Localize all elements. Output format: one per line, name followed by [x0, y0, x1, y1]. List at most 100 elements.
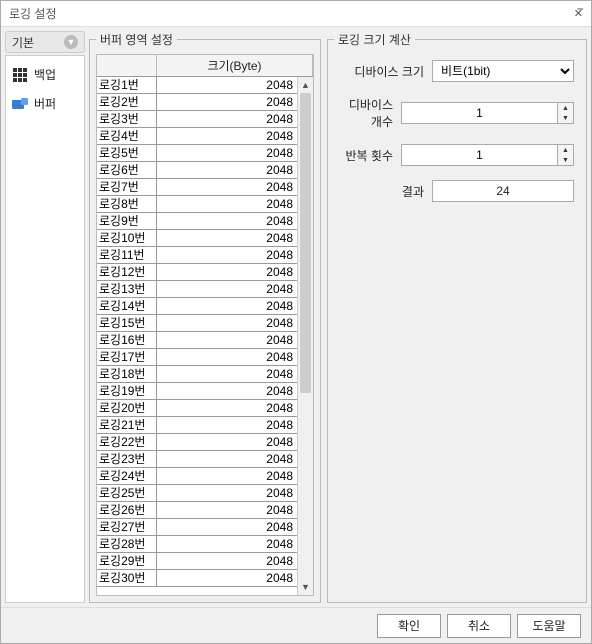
row-size-cell[interactable]: 2048 — [157, 128, 297, 145]
table-row[interactable]: 로깅15번2048 — [97, 315, 297, 332]
row-label: 로깅28번 — [97, 536, 157, 553]
main-area: 버퍼 영역 설정 크기(Byte) 로깅1번2048로깅2번2048로깅3번20… — [89, 31, 587, 603]
row-size-cell[interactable]: 2048 — [157, 230, 297, 247]
spinner-up-icon[interactable]: ▲ — [558, 145, 573, 155]
repeat-input[interactable] — [401, 144, 558, 166]
row-size-cell[interactable]: 2048 — [157, 519, 297, 536]
sidebar-item-backup[interactable]: 백업 — [6, 60, 84, 89]
logging-settings-dialog: 로깅 설정 ✕̅ 기본 ▼ 백업 버퍼 — [0, 0, 592, 644]
table-row[interactable]: 로깅28번2048 — [97, 536, 297, 553]
sidebar-item-buffer[interactable]: 버퍼 — [6, 89, 84, 118]
row-label: 로깅17번 — [97, 349, 157, 366]
row-size-cell[interactable]: 2048 — [157, 315, 297, 332]
table-row[interactable]: 로깅14번2048 — [97, 298, 297, 315]
row-size-cell[interactable]: 2048 — [157, 77, 297, 94]
device-count-spinner[interactable]: ▲ ▼ — [401, 102, 574, 124]
row-size-cell[interactable]: 2048 — [157, 145, 297, 162]
row-label: 로깅13번 — [97, 281, 157, 298]
row-size-cell[interactable]: 2048 — [157, 502, 297, 519]
table-row[interactable]: 로깅17번2048 — [97, 349, 297, 366]
scroll-thumb[interactable] — [300, 93, 311, 393]
row-result: 결과 24 — [340, 180, 574, 202]
help-button[interactable]: 도움말 — [517, 614, 581, 638]
table-row[interactable]: 로깅20번2048 — [97, 400, 297, 417]
table-row[interactable]: 로깅22번2048 — [97, 434, 297, 451]
scroll-track[interactable] — [298, 93, 313, 579]
row-size-cell[interactable]: 2048 — [157, 468, 297, 485]
row-size-cell[interactable]: 2048 — [157, 400, 297, 417]
row-size-cell[interactable]: 2048 — [157, 417, 297, 434]
table-row[interactable]: 로깅7번2048 — [97, 179, 297, 196]
table-row[interactable]: 로깅16번2048 — [97, 332, 297, 349]
table-row[interactable]: 로깅1번2048 — [97, 77, 297, 94]
table-row[interactable]: 로깅11번2048 — [97, 247, 297, 264]
row-size-cell[interactable]: 2048 — [157, 247, 297, 264]
row-size-cell[interactable]: 2048 — [157, 298, 297, 315]
row-size-cell[interactable]: 2048 — [157, 485, 297, 502]
row-size-cell[interactable]: 2048 — [157, 111, 297, 128]
vertical-scrollbar[interactable]: ▲ ▼ — [297, 77, 313, 595]
scroll-down-button[interactable]: ▼ — [298, 579, 313, 595]
row-size-cell[interactable]: 2048 — [157, 196, 297, 213]
sidebar: 기본 ▼ 백업 버퍼 — [5, 31, 85, 603]
scroll-up-button[interactable]: ▲ — [298, 77, 313, 93]
device-count-input[interactable] — [401, 102, 558, 124]
table-row[interactable]: 로깅4번2048 — [97, 128, 297, 145]
cancel-button[interactable]: 취소 — [447, 614, 511, 638]
spinner-up-icon[interactable]: ▲ — [558, 103, 573, 113]
row-label: 로깅27번 — [97, 519, 157, 536]
row-size-cell[interactable]: 2048 — [157, 366, 297, 383]
device-size-select[interactable]: 비트(1bit) — [432, 60, 574, 82]
table-row[interactable]: 로깅27번2048 — [97, 519, 297, 536]
table-row[interactable]: 로깅9번2048 — [97, 213, 297, 230]
row-size-cell[interactable]: 2048 — [157, 451, 297, 468]
body: 기본 ▼ 백업 버퍼 버퍼 영역 설정 — [1, 27, 591, 607]
close-icon[interactable]: ✕̅ — [574, 7, 583, 20]
row-label: 로깅21번 — [97, 417, 157, 434]
header-blank — [97, 55, 157, 76]
row-size-cell[interactable]: 2048 — [157, 434, 297, 451]
table-row[interactable]: 로깅5번2048 — [97, 145, 297, 162]
table-row[interactable]: 로깅12번2048 — [97, 264, 297, 281]
row-size-cell[interactable]: 2048 — [157, 94, 297, 111]
row-size-cell[interactable]: 2048 — [157, 213, 297, 230]
row-size-cell[interactable]: 2048 — [157, 264, 297, 281]
row-size-cell[interactable]: 2048 — [157, 570, 297, 587]
table-row[interactable]: 로깅8번2048 — [97, 196, 297, 213]
row-size-cell[interactable]: 2048 — [157, 281, 297, 298]
row-label: 로깅14번 — [97, 298, 157, 315]
table-row[interactable]: 로깅13번2048 — [97, 281, 297, 298]
table-row[interactable]: 로깅23번2048 — [97, 451, 297, 468]
calc-legend: 로깅 크기 계산 — [334, 31, 415, 48]
table-row[interactable]: 로깅29번2048 — [97, 553, 297, 570]
table-row[interactable]: 로깅19번2048 — [97, 383, 297, 400]
row-label: 로깅5번 — [97, 145, 157, 162]
table-row[interactable]: 로깅6번2048 — [97, 162, 297, 179]
table-row[interactable]: 로깅2번2048 — [97, 94, 297, 111]
row-size-cell[interactable]: 2048 — [157, 349, 297, 366]
row-size-cell[interactable]: 2048 — [157, 553, 297, 570]
row-size-cell[interactable]: 2048 — [157, 383, 297, 400]
table-row[interactable]: 로깅21번2048 — [97, 417, 297, 434]
chevron-down-icon: ▼ — [64, 35, 78, 49]
sidebar-header[interactable]: 기본 ▼ — [5, 31, 85, 53]
row-label: 로깅7번 — [97, 179, 157, 196]
row-size-cell[interactable]: 2048 — [157, 179, 297, 196]
row-size-cell[interactable]: 2048 — [157, 536, 297, 553]
table-row[interactable]: 로깅10번2048 — [97, 230, 297, 247]
buffer-area-fieldset: 버퍼 영역 설정 크기(Byte) 로깅1번2048로깅2번2048로깅3번20… — [89, 31, 321, 603]
table-row[interactable]: 로깅26번2048 — [97, 502, 297, 519]
row-size-cell[interactable]: 2048 — [157, 162, 297, 179]
table-row[interactable]: 로깅25번2048 — [97, 485, 297, 502]
table-row[interactable]: 로깅24번2048 — [97, 468, 297, 485]
table-row[interactable]: 로깅18번2048 — [97, 366, 297, 383]
row-label: 로깅30번 — [97, 570, 157, 587]
table-row[interactable]: 로깅3번2048 — [97, 111, 297, 128]
ok-button[interactable]: 확인 — [377, 614, 441, 638]
spinner-down-icon[interactable]: ▼ — [558, 155, 573, 165]
table-row[interactable]: 로깅30번2048 — [97, 570, 297, 587]
row-label: 로깅23번 — [97, 451, 157, 468]
row-size-cell[interactable]: 2048 — [157, 332, 297, 349]
spinner-down-icon[interactable]: ▼ — [558, 113, 573, 123]
repeat-spinner[interactable]: ▲ ▼ — [401, 144, 574, 166]
